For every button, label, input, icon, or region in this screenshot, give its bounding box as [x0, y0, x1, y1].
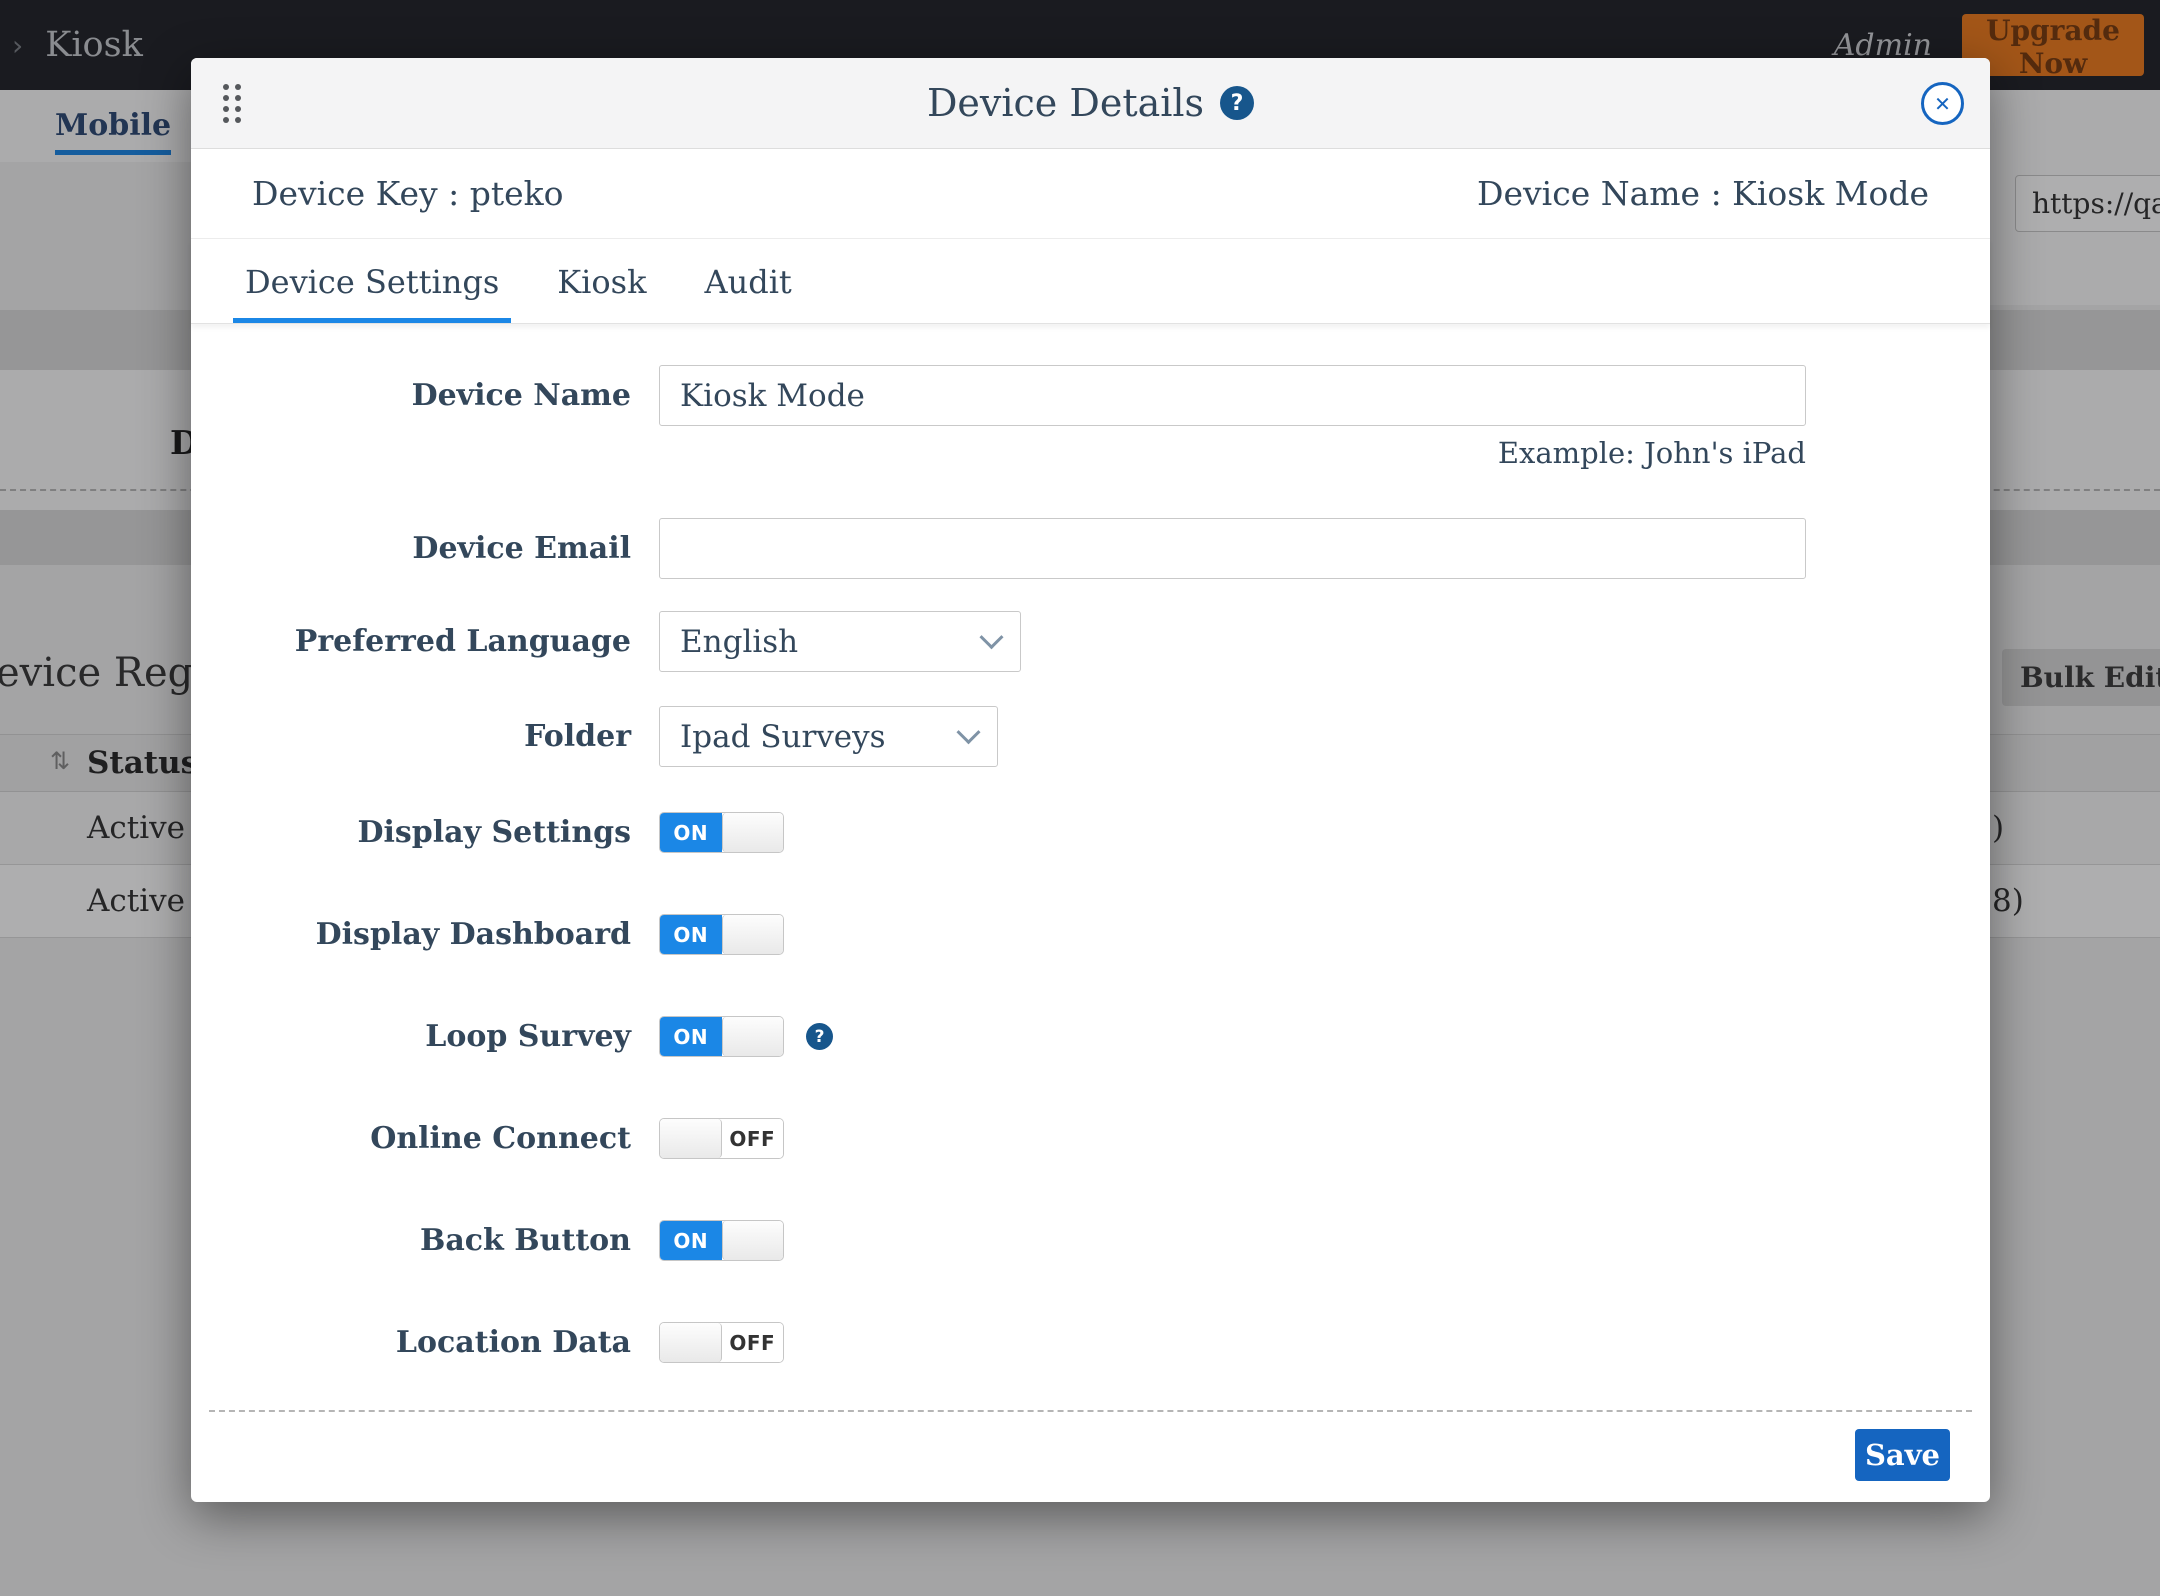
toggle-state-label: OFF	[722, 1119, 784, 1158]
device-name-field[interactable]	[659, 365, 1806, 426]
back-button-row: Back Button ON	[191, 1220, 1990, 1261]
help-icon[interactable]: ?	[806, 1023, 833, 1050]
device-name-row: Device Name	[191, 365, 1990, 426]
toggle-knob	[722, 813, 784, 852]
online-connect-label: Online Connect	[191, 1121, 631, 1156]
device-name-field-label: Device Name	[191, 378, 631, 413]
preferred-language-select[interactable]: English	[659, 611, 1021, 672]
toggle-knob	[722, 915, 784, 954]
chevron-down-icon	[956, 720, 980, 744]
loop-survey-row: Loop Survey ON ?	[191, 1016, 1990, 1057]
chevron-down-icon	[979, 625, 1003, 649]
folder-select[interactable]: Ipad Surveys	[659, 706, 998, 767]
device-details-modal: Device Details ? ✕ Device Key : pteko De…	[191, 58, 1990, 1502]
preferred-language-value: English	[680, 624, 798, 660]
display-settings-label: Display Settings	[191, 815, 631, 850]
device-key-label: Device Key : pteko	[252, 174, 564, 213]
back-button-label: Back Button	[191, 1223, 631, 1258]
drag-handle[interactable]	[223, 84, 241, 123]
toggle-knob	[660, 1119, 722, 1158]
modal-header: Device Details ? ✕	[191, 58, 1990, 149]
toggle-state-label: ON	[660, 1221, 722, 1260]
toggle-knob	[722, 1017, 784, 1056]
display-dashboard-label: Display Dashboard	[191, 917, 631, 952]
online-connect-toggle[interactable]: OFF	[659, 1118, 784, 1159]
modal-tabs: Device Settings Kiosk Audit	[191, 239, 1990, 324]
toggle-state-label: ON	[660, 813, 722, 852]
help-icon[interactable]: ?	[1220, 86, 1254, 120]
back-button-toggle[interactable]: ON	[659, 1220, 784, 1261]
toggle-state-label: ON	[660, 1017, 722, 1056]
folder-label: Folder	[191, 719, 631, 754]
online-connect-row: Online Connect OFF	[191, 1118, 1990, 1159]
folder-value: Ipad Surveys	[680, 719, 886, 755]
preferred-language-row: Preferred Language English	[191, 611, 1990, 672]
device-email-row: Device Email	[191, 518, 1990, 579]
loop-survey-toggle[interactable]: ON	[659, 1016, 784, 1057]
toggle-state-label: ON	[660, 915, 722, 954]
location-data-row: Location Data OFF	[191, 1322, 1990, 1363]
tab-kiosk[interactable]: Kiosk	[545, 263, 658, 323]
display-dashboard-toggle[interactable]: ON	[659, 914, 784, 955]
toggle-knob	[722, 1221, 784, 1260]
location-data-label: Location Data	[191, 1325, 631, 1360]
location-data-toggle[interactable]: OFF	[659, 1322, 784, 1363]
toggle-knob	[660, 1323, 722, 1362]
device-email-field[interactable]	[659, 518, 1806, 579]
preferred-language-label: Preferred Language	[191, 624, 631, 659]
folder-row: Folder Ipad Surveys	[191, 706, 1990, 767]
tab-device-settings[interactable]: Device Settings	[233, 263, 511, 323]
display-dashboard-row: Display Dashboard ON	[191, 914, 1990, 955]
display-settings-toggle[interactable]: ON	[659, 812, 784, 853]
loop-survey-label: Loop Survey	[191, 1019, 631, 1054]
close-icon[interactable]: ✕	[1921, 82, 1964, 125]
modal-subheader: Device Key : pteko Device Name : Kiosk M…	[191, 149, 1990, 239]
device-settings-form: Device Name Example: John's iPad Device …	[191, 324, 1990, 1481]
display-settings-row: Display Settings ON	[191, 812, 1990, 853]
save-button[interactable]: Save	[1855, 1429, 1950, 1481]
tab-audit[interactable]: Audit	[692, 263, 803, 323]
device-name-helper: Example: John's iPad	[659, 436, 1806, 470]
toggle-state-label: OFF	[722, 1323, 784, 1362]
modal-footer: Save	[191, 1412, 1990, 1481]
device-email-field-label: Device Email	[191, 531, 631, 566]
modal-title: Device Details	[927, 81, 1204, 125]
device-name-label: Device Name : Kiosk Mode	[1477, 174, 1929, 213]
